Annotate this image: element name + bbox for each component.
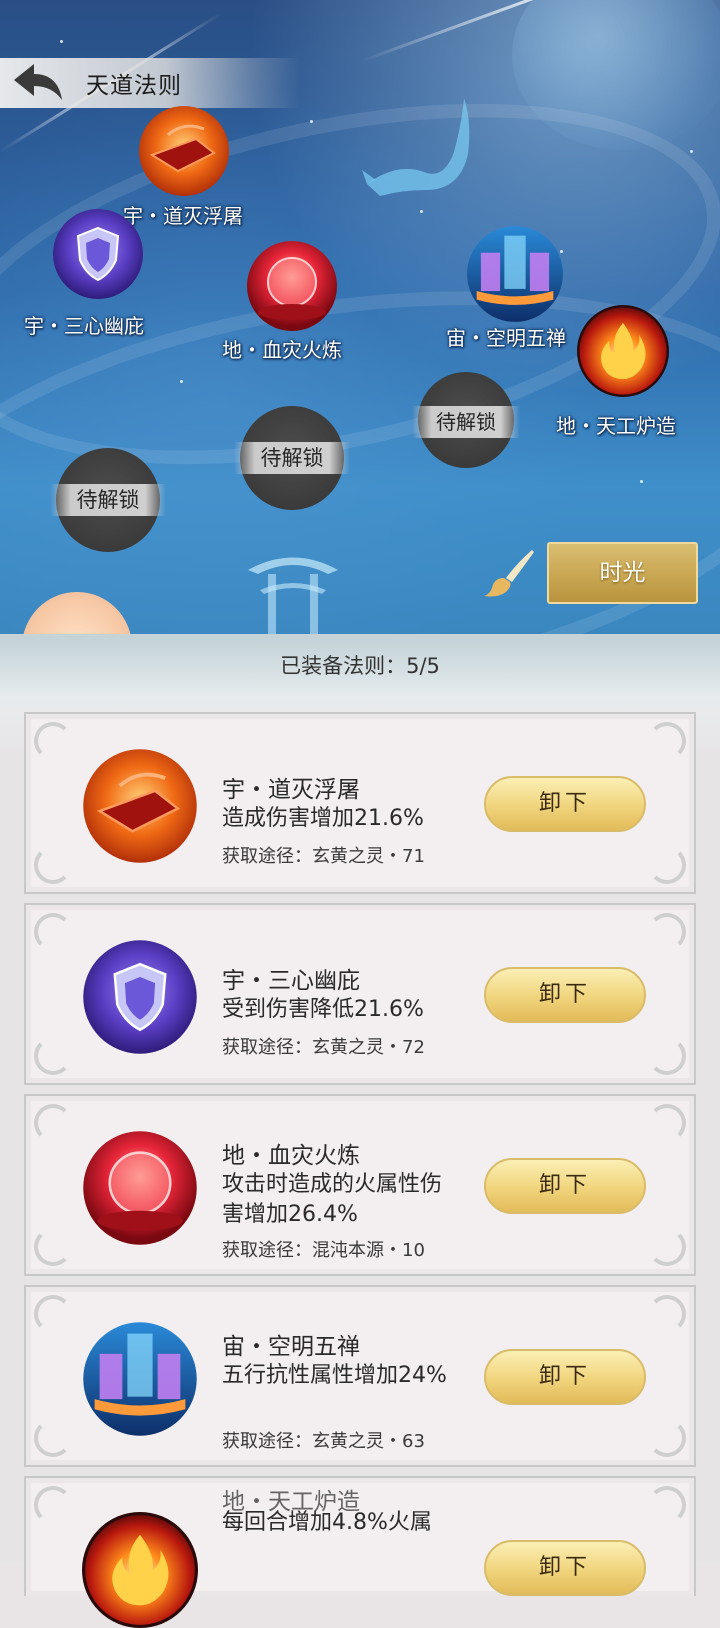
node-label: 地・天工炉造 bbox=[556, 414, 676, 438]
red-orb-icon bbox=[83, 1131, 197, 1245]
rule-effect: 受到伤害降低21.6% bbox=[222, 997, 424, 1022]
crystal-gate-icon bbox=[83, 1322, 197, 1436]
purple-shield-icon bbox=[53, 209, 143, 299]
rule-effect: 五行抗性属性增加24% bbox=[222, 1363, 447, 1388]
node-label: 地・血灾火炼 bbox=[222, 338, 342, 362]
rule-node-xue-zai-huo-lian[interactable] bbox=[246, 240, 338, 332]
locked-node[interactable]: 待解锁 bbox=[234, 406, 350, 510]
rule-node-dao-mie-fu-tu[interactable] bbox=[138, 105, 230, 197]
unequip-button[interactable]: 卸下 bbox=[484, 1540, 646, 1596]
locked-node[interactable]: 待解锁 bbox=[50, 448, 166, 552]
rule-card: 地・天工炉造 每回合增加4.8%火属 卸下 bbox=[24, 1476, 696, 1628]
rule-source: 获取途径：玄黄之灵・71 bbox=[222, 846, 425, 867]
flame-icon bbox=[577, 305, 669, 397]
rule-source: 获取途径：玄黄之灵・63 bbox=[222, 1431, 425, 1452]
node-label: 宇・三心幽庇 bbox=[24, 314, 144, 338]
locked-label: 待解锁 bbox=[234, 442, 350, 474]
rule-name: 宇・道灭浮屠 bbox=[222, 777, 360, 803]
equipped-count-label: 已装备法则：5/5 bbox=[0, 650, 720, 680]
unequip-button[interactable]: 卸下 bbox=[484, 776, 646, 832]
rule-effect: 造成伤害增加21.6% bbox=[222, 806, 424, 831]
rule-name: 宇・三心幽庇 bbox=[222, 968, 360, 994]
rule-map: 天道法则 宇・道灭浮屠 宇・三心幽庇 地・血灾火炼 宙・空明五禅 地・天工炉造 … bbox=[0, 0, 720, 650]
back-arrow-icon[interactable] bbox=[10, 62, 66, 104]
rule-name: 宙・空明五禅 bbox=[222, 1334, 360, 1360]
time-button[interactable]: 时光 bbox=[547, 542, 698, 604]
header-bar: 天道法则 bbox=[0, 58, 300, 108]
red-crystal-icon bbox=[83, 749, 197, 863]
flame-icon bbox=[82, 1512, 198, 1628]
whale-icon bbox=[362, 98, 470, 196]
page-title: 天道法则 bbox=[86, 73, 182, 99]
locked-label: 待解锁 bbox=[412, 406, 520, 438]
rule-source: 获取途径：混沌本源・10 bbox=[222, 1240, 425, 1261]
brush-icon[interactable] bbox=[484, 548, 536, 598]
rule-card: 宇・三心幽庇 受到伤害降低21.6% 获取途径：玄黄之灵・72 卸下 bbox=[24, 903, 696, 1085]
crystal-gate-icon bbox=[467, 226, 563, 322]
rule-effect: 攻击时造成的火属性伤害增加26.4% bbox=[222, 1172, 443, 1227]
rule-node-san-xin-you-bi[interactable] bbox=[52, 208, 144, 300]
palace-icon bbox=[248, 557, 338, 634]
red-crystal-icon bbox=[139, 106, 229, 196]
purple-shield-icon bbox=[83, 940, 197, 1054]
red-orb-icon bbox=[247, 241, 337, 331]
rule-card: 宇・道灭浮屠 造成伤害增加21.6% 获取途径：玄黄之灵・71 卸下 bbox=[24, 712, 696, 894]
unequip-button[interactable]: 卸下 bbox=[484, 967, 646, 1023]
locked-node[interactable]: 待解锁 bbox=[412, 372, 520, 468]
rule-node-tian-gong-lu-zao[interactable] bbox=[577, 305, 669, 397]
locked-label: 待解锁 bbox=[50, 484, 166, 516]
rule-name: 地・血灾火炼 bbox=[222, 1143, 360, 1169]
rule-effect: 每回合增加4.8%火属 bbox=[222, 1510, 432, 1535]
unequip-button[interactable]: 卸下 bbox=[484, 1349, 646, 1405]
rule-card: 地・血灾火炼 攻击时造成的火属性伤害增加26.4% 获取途径：混沌本源・10 卸… bbox=[24, 1094, 696, 1276]
equipped-count: 5/5 bbox=[406, 654, 440, 678]
rule-node-kong-ming-wu-chan[interactable] bbox=[466, 225, 564, 323]
unequip-button[interactable]: 卸下 bbox=[484, 1158, 646, 1214]
equipped-prefix: 已装备法则： bbox=[280, 654, 407, 678]
rule-card: 宙・空明五禅 五行抗性属性增加24% 获取途径：玄黄之灵・63 卸下 bbox=[24, 1285, 696, 1467]
rule-source: 获取途径：玄黄之灵・72 bbox=[222, 1037, 425, 1058]
equipped-panel: 已装备法则：5/5 宇・道灭浮屠 造成伤害增加21.6% 获取途径：玄黄之灵・7… bbox=[0, 634, 720, 1628]
node-label: 宙・空明五禅 bbox=[446, 326, 566, 350]
